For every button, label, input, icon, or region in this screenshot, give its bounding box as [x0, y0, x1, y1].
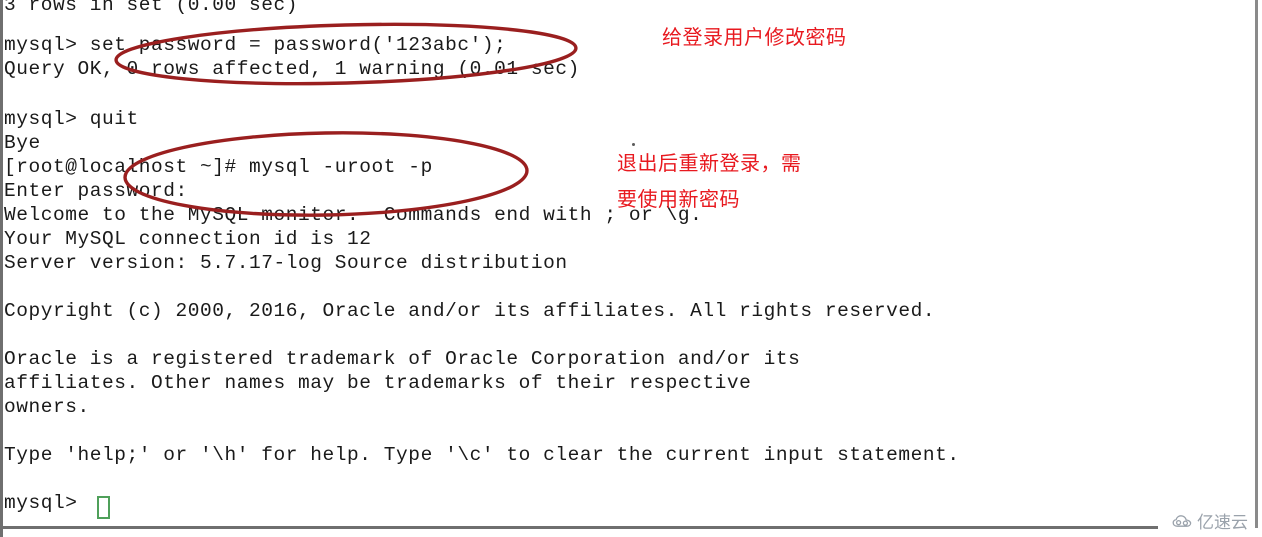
terminal-line: Query OK, 0 rows affected, 1 warning (0.… [4, 58, 580, 80]
block-cursor [97, 496, 110, 519]
terminal-line-help-hint: Type 'help;' or '\h' for help. Type '\c'… [4, 444, 960, 466]
terminal-line: Bye [4, 132, 41, 154]
cloud-icon [1172, 514, 1192, 527]
annotation-change-password: 给登录用户修改密码 [662, 25, 847, 49]
annotation-dot [632, 143, 635, 146]
terminal-line-mysql-login: [root@localhost ~]# mysql -uroot -p [4, 156, 433, 178]
window-right-border [1255, 0, 1258, 528]
terminal-line-trademark-2: affiliates. Other names may be trademark… [4, 372, 752, 394]
terminal-line-quit: mysql> quit [4, 108, 139, 130]
terminal-line: 3 rows in set (0.00 sec) [4, 0, 299, 16]
terminal-line-connection-id: Your MySQL connection id is 12 [4, 228, 372, 250]
terminal-line-server-version: Server version: 5.7.17-log Source distri… [4, 252, 568, 274]
window-bottom-border [0, 526, 1158, 529]
watermark-text: 亿速云 [1197, 513, 1248, 533]
terminal-line-enter-password: Enter password: [4, 180, 188, 202]
terminal-line-trademark-3: owners. [4, 396, 90, 418]
watermark: 亿速云 [1172, 508, 1248, 533]
terminal-line-copyright: Copyright (c) 2000, 2016, Oracle and/or … [4, 300, 936, 322]
terminal-prompt: mysql> [4, 492, 78, 514]
terminal-line-welcome: Welcome to the MySQL monitor. Commands e… [4, 204, 703, 226]
annotation-relogin-line-1: 退出后重新登录，需 [617, 151, 802, 175]
terminal-output[interactable]: 3 rows in set (0.00 sec) mysql> set pass… [4, 0, 1250, 526]
terminal-screenshot: 3 rows in set (0.00 sec) mysql> set pass… [0, 0, 1262, 537]
terminal-line-set-password: mysql> set password = password('123abc')… [4, 34, 507, 56]
window-left-border [0, 0, 3, 537]
terminal-line-trademark-1: Oracle is a registered trademark of Orac… [4, 348, 801, 370]
annotation-relogin-line-2: 要使用新密码 [617, 187, 740, 211]
